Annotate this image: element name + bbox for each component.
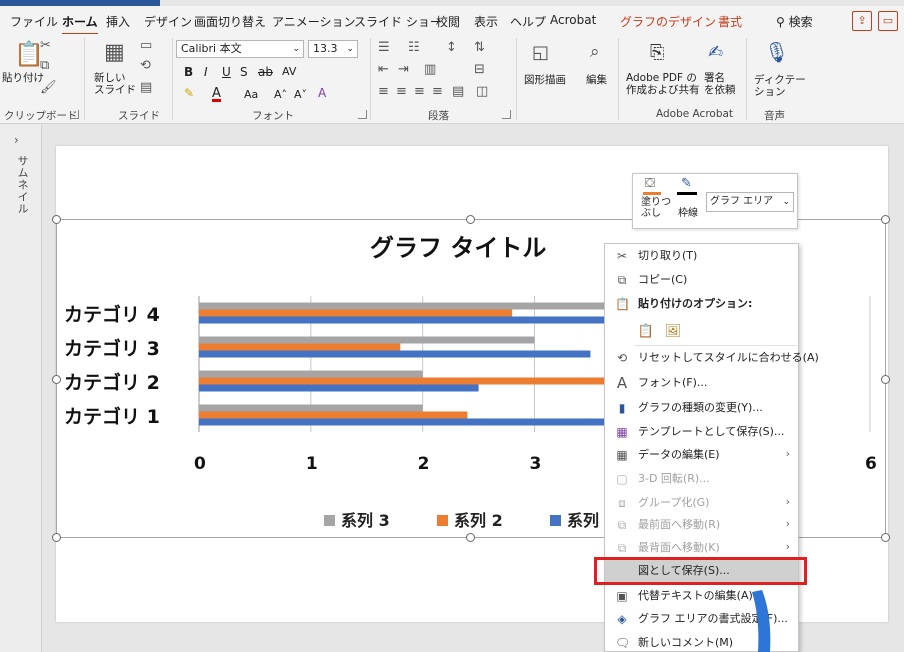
- legend-swatch: [324, 515, 335, 526]
- copy-icon: ⧉: [617, 273, 627, 287]
- legend-swatch: [437, 515, 448, 526]
- fill-icon[interactable]: ⛋: [645, 177, 655, 190]
- fill-color-bar: [643, 192, 661, 195]
- reset-style-icon: ⟲: [616, 351, 628, 365]
- chevron-down-icon: ⌄: [782, 197, 790, 207]
- paste-keep-format-icon[interactable]: 📋: [637, 323, 655, 341]
- alt-text-icon: ▣: [616, 589, 628, 603]
- table-icon: ▦: [616, 448, 628, 462]
- legend-label: 系列 2: [454, 511, 503, 530]
- send-back-icon: ⧉: [617, 541, 627, 555]
- menu-item-paste-options: 📋 貼り付けのオプション:: [615, 297, 753, 311]
- bring-front-icon: ⧉: [617, 518, 627, 532]
- powerpoint-window: { "tabs": ["ファイル", "ホーム", "挿入", "デザイン", …: [0, 0, 904, 652]
- chevron-right-icon: ›: [785, 517, 790, 530]
- template-icon: ▦: [616, 425, 628, 439]
- menu-item-edit-alt-text[interactable]: ▣ 代替テキストの編集(A)...: [605, 585, 798, 607]
- menu-item-copy[interactable]: ⧉ コピー(C): [605, 269, 798, 291]
- menu-item-edit-data[interactable]: ▦ データの編集(E) ›: [605, 444, 798, 466]
- menu-item-font[interactable]: A フォント(F)...: [605, 372, 798, 394]
- menu-item-save-template[interactable]: ▦ テンプレートとして保存(S)...: [605, 421, 798, 443]
- format-icon: ◈: [617, 612, 627, 626]
- bar-series3-cat1: [199, 404, 423, 412]
- bar-series3-cat2: [199, 370, 423, 378]
- value-tick-label: 0: [194, 454, 206, 474]
- menu-item-reset-style[interactable]: ⟲ リセットしてスタイルに合わせる(A): [605, 347, 819, 369]
- group-icon: ⧈: [618, 496, 626, 510]
- legend-item-series3[interactable]: 系列 3: [324, 507, 390, 531]
- menu-separator: [634, 345, 797, 346]
- menu-item-new-comment[interactable]: 🗨 新しいコメント(M): [605, 632, 798, 652]
- chevron-right-icon: ›: [785, 447, 790, 460]
- scissors-icon: ✂: [616, 249, 628, 263]
- menu-item-bring-to-front: ⧉ 最前面へ移動(R) ›: [605, 514, 798, 536]
- bar-series1-cat3: [199, 350, 591, 358]
- legend-swatch: [550, 515, 561, 526]
- chart-element-value: グラフ エリア: [710, 196, 774, 207]
- font-icon: A: [616, 374, 628, 392]
- category-label: カテゴリ 4: [64, 304, 160, 326]
- outline-button[interactable]: 枠線: [678, 208, 698, 219]
- pen-icon[interactable]: ✎: [681, 177, 692, 190]
- value-tick-label: 2: [417, 454, 430, 474]
- mini-format-toolbar: ⛋ 塗りつ ぶし ✎ 枠線 グラフ エリア ⌄: [632, 173, 798, 229]
- outline-color-bar: [677, 192, 697, 195]
- value-tick-label: 1: [305, 454, 318, 474]
- menu-item-format-chart-area[interactable]: ◈ グラフ エリアの書式設定(F)...: [605, 608, 798, 630]
- paste-picture-icon[interactable]: 🖼: [664, 323, 682, 341]
- menu-item-3d-rotation: ▢ 3-D 回転(R)...: [616, 472, 710, 486]
- chart-element-select[interactable]: グラフ エリア ⌄: [706, 192, 794, 212]
- fill-button[interactable]: 塗りつ ぶし: [641, 197, 671, 219]
- category-label: カテゴリ 3: [64, 338, 160, 360]
- value-tick-label: 3: [529, 454, 542, 474]
- menu-item-group: ⧈ グループ化(G) ›: [605, 492, 798, 514]
- chart-type-icon: ▮: [618, 401, 626, 415]
- bar-series1-cat2: [199, 384, 479, 392]
- chevron-right-icon: ›: [785, 540, 790, 553]
- chevron-right-icon: ›: [785, 495, 790, 508]
- bar-series3-cat3: [199, 336, 535, 344]
- category-label: カテゴリ 2: [64, 372, 160, 394]
- bar-series2-cat3: [199, 343, 401, 351]
- value-tick-label: 6: [865, 454, 877, 474]
- bar-series2-cat4: [199, 309, 513, 317]
- menu-item-cut[interactable]: ✂ 切り取り(T): [605, 245, 798, 267]
- category-label: カテゴリ 1: [64, 406, 160, 428]
- highlight-box: [594, 557, 807, 585]
- legend-label: 系列 3: [341, 511, 390, 530]
- clipboard-icon: 📋: [615, 297, 630, 311]
- menu-item-send-to-back: ⧉ 最背面へ移動(K) ›: [605, 537, 798, 559]
- cube-icon: ▢: [616, 472, 628, 486]
- legend-item-series2[interactable]: 系列 2: [437, 507, 503, 531]
- menu-item-change-chart-type[interactable]: ▮ グラフの種類の変更(Y)...: [605, 397, 798, 419]
- comment-icon: 🗨: [615, 636, 631, 650]
- bar-series2-cat1: [199, 411, 468, 419]
